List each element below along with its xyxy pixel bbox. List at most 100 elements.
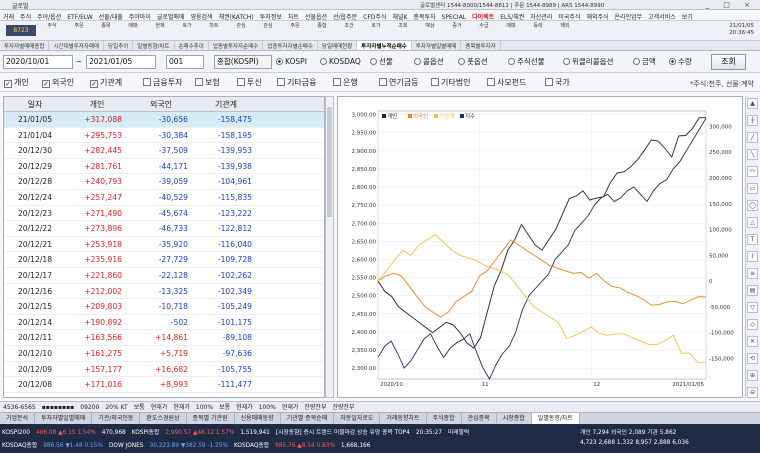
radio-icon[interactable] — [633, 58, 640, 65]
checkbox-icon[interactable] — [277, 78, 285, 86]
table-row[interactable]: 20/12/28 +240,793 -39,059 -104,961 — [4, 174, 324, 190]
status-field[interactable]: 09200 — [77, 402, 102, 412]
toolbar-button[interactable]: 조건 — [339, 23, 359, 39]
toolbar-button[interactable]: 차트 — [204, 23, 224, 39]
screen-tab[interactable]: 순매수추이 — [175, 41, 209, 50]
toolbar-button[interactable]: 주문 — [69, 23, 89, 39]
account-badge[interactable]: 8723 — [6, 25, 36, 36]
checkbox-checked-icon[interactable]: ✓ — [90, 80, 98, 88]
chart-tool-icon[interactable]: ╲ — [747, 149, 758, 160]
screen-tab[interactable]: 당일매매현황 — [318, 41, 358, 50]
table-row[interactable]: 20/12/21 +253,918 -35,920 -116,040 — [4, 237, 324, 253]
menu-item[interactable]: 주야마이 — [126, 10, 154, 20]
chart-tool-icon[interactable]: △ — [747, 217, 758, 228]
taskbar-window[interactable]: 자동일자로도 — [334, 413, 381, 424]
menu-item[interactable]: 선/옵주문 — [330, 10, 360, 20]
toolbar-button[interactable]: 매매 — [123, 23, 143, 39]
menu-item[interactable]: 고객서비스 — [645, 10, 679, 20]
taskbar-window[interactable]: 투자자별일별매매 — [35, 413, 93, 424]
taskbar-window[interactable]: 환도스경원상 — [140, 413, 187, 424]
chart-tool-icon[interactable]: ▲ — [747, 98, 758, 109]
screen-tab[interactable]: 업종별투자자순매수 — [209, 41, 264, 50]
code-input[interactable]: 001 — [166, 55, 204, 69]
chart-tool-icon[interactable]: ✕ — [747, 336, 758, 347]
toolbar-button[interactable]: 현재 — [150, 23, 170, 39]
screen-tab[interactable]: 당일추이 — [104, 41, 134, 50]
investor-checkbox[interactable]: 사모펀드 — [487, 77, 526, 88]
table-row[interactable]: 20/12/23 +271,490 -45,674 -123,222 — [4, 206, 324, 222]
toolbar-button[interactable]: 증거 — [447, 23, 467, 39]
table-row[interactable]: 20/12/24 +257,247 -40,529 -115,835 — [4, 190, 324, 206]
chart-tool-icon[interactable]: ┼ — [747, 115, 758, 126]
investor-checkbox[interactable]: 투신 — [237, 77, 262, 88]
checkbox-icon[interactable] — [195, 78, 203, 86]
radio-icon[interactable] — [508, 58, 515, 65]
table-row[interactable]: 21/01/04 +295,753 -30,384 -158,195 — [4, 128, 324, 144]
taskbar-window[interactable]: 종목별 기관원 — [187, 413, 235, 424]
taskbar-window[interactable]: 기관별 종목순매 — [281, 413, 335, 424]
column-header[interactable]: 일자 — [4, 97, 66, 111]
unit-radio[interactable]: 금액 — [633, 55, 656, 69]
status-field[interactable]: 20% KT — [102, 402, 130, 412]
menu-item[interactable]: 거래 — [0, 10, 17, 20]
toolbar-button[interactable]: 관심 — [231, 23, 251, 39]
taskbar-window[interactable]: 거래동향차트 — [380, 413, 427, 424]
chart-tool-icon[interactable]: ╱ — [747, 132, 758, 143]
checkbox-icon[interactable] — [237, 78, 245, 86]
table-scrollbar[interactable] — [325, 96, 334, 398]
screen-tab[interactable]: 종목별투자자 — [461, 41, 501, 50]
toolbar-button[interactable]: 종합 — [312, 23, 332, 39]
taskbar-window[interactable]: 관심종목 — [462, 413, 497, 424]
screen-tab[interactable]: 투자자별누적순매수 — [357, 41, 412, 50]
toolbar-button[interactable]: 예상 — [420, 23, 440, 39]
investor-checkbox[interactable]: 은행 — [333, 77, 358, 88]
scroll-thumb[interactable] — [327, 107, 332, 217]
market-radio[interactable]: 주식선물 — [508, 55, 545, 69]
toolbar-button[interactable]: 매매 — [501, 23, 521, 39]
status-field[interactable]: ▪▪▪▪▪▪▪▪ — [39, 402, 78, 412]
toolbar-button[interactable]: 해외 — [555, 23, 575, 39]
menu-item[interactable]: ELS/채권 — [497, 10, 527, 20]
status-field[interactable]: 4536-6565 — [0, 402, 39, 412]
menu-item[interactable]: 주야/옵션 — [34, 10, 64, 20]
search-button[interactable]: 조회 — [711, 54, 746, 70]
menu-item[interactable]: 선물옵션 — [302, 10, 330, 20]
investor-checkbox[interactable]: ✓ 기관계 — [90, 77, 122, 88]
checkbox-icon[interactable] — [333, 78, 341, 86]
date-from-input[interactable]: 2020/10/01 — [3, 55, 73, 69]
market-radio[interactable]: 위클리콜옵션 — [563, 55, 613, 69]
date-to-input[interactable]: 2021/01/05 — [86, 55, 156, 69]
table-row[interactable]: 20/12/09 +157,177 +16,682 -105,755 — [4, 362, 324, 378]
checkbox-icon[interactable] — [143, 78, 151, 86]
unit-radio[interactable]: 수량 — [669, 55, 692, 69]
menu-item[interactable]: 자산관리 — [527, 10, 555, 20]
table-row[interactable]: 20/12/16 +212,002 -13,325 -102,349 — [4, 284, 324, 300]
menu-item[interactable]: 채권(KATCH) — [216, 10, 257, 20]
table-row[interactable]: 20/12/14 +190,892 -502 -101,175 — [4, 315, 324, 331]
chart-tool-icon[interactable]: ▽ — [747, 302, 758, 313]
investor-checkbox[interactable]: 기타법인 — [431, 77, 470, 88]
menu-item[interactable]: ETF/ELW — [64, 12, 95, 20]
menu-item[interactable]: 보기 — [679, 10, 696, 20]
investor-checkbox[interactable]: ✓ 외국인 — [42, 77, 74, 88]
chart-tool-icon[interactable]: T — [747, 234, 758, 245]
market-radio[interactable]: KOSDAQ — [320, 55, 361, 69]
taskbar-window[interactable]: 주식종합 — [427, 413, 462, 424]
column-header[interactable]: 개인 — [66, 97, 128, 111]
menu-item[interactable]: 온라인업무 — [612, 10, 646, 20]
investor-checkbox[interactable]: 금융투자 — [143, 77, 182, 88]
checkbox-icon[interactable] — [487, 78, 495, 86]
screen-tab[interactable]: 투자자별일별매매 — [412, 41, 462, 50]
market-radio[interactable]: KOSPI — [276, 55, 307, 69]
investor-checkbox[interactable]: ✓ 개인 — [4, 77, 29, 88]
chart-tool-icon[interactable]: ◇ — [747, 319, 758, 330]
toolbar-button[interactable]: 주식 — [42, 23, 62, 39]
toolbar-button[interactable]: 종목 — [96, 23, 116, 39]
menu-item[interactable]: SPECIAL — [439, 12, 470, 20]
menu-item[interactable]: CFD주식 — [360, 10, 389, 20]
table-row[interactable]: 20/12/18 +235,916 -27,729 -109,728 — [4, 252, 324, 268]
market-radio[interactable]: 풋옵션 — [458, 55, 488, 69]
toolbar-button[interactable]: 관심 — [258, 23, 278, 39]
toolbar-button[interactable]: 주문 — [285, 23, 305, 39]
taskbar-window[interactable]: 기업분석 — [0, 413, 36, 424]
